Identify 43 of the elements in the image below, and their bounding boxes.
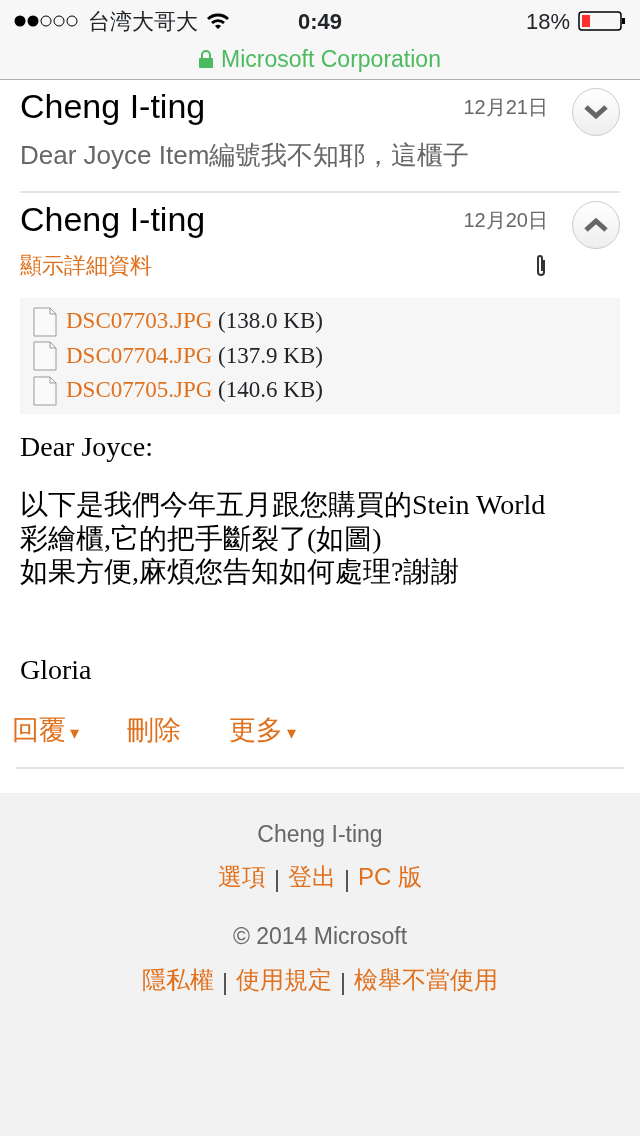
lock-icon bbox=[199, 50, 214, 69]
chevron-down-icon bbox=[583, 104, 609, 120]
paperclip-icon bbox=[534, 253, 548, 278]
attachment-link[interactable]: DSC07703.JPG bbox=[66, 308, 213, 334]
copyright-text: © 2014 Microsoft bbox=[231, 922, 409, 952]
attachment-link[interactable]: DSC07705.JPG bbox=[66, 377, 213, 403]
sender-name: Cheng I-ting bbox=[20, 88, 207, 126]
battery-percentage: 18% bbox=[525, 7, 570, 36]
footer-link[interactable]: PC 版 bbox=[358, 863, 422, 891]
collapse-button[interactable] bbox=[572, 201, 620, 249]
message-preview: Dear Joyce Item編號我不知耶，這櫃子 bbox=[20, 139, 471, 172]
footer-link[interactable]: 檢舉不當使用 bbox=[354, 965, 498, 993]
menu-button[interactable]: 更多▾ bbox=[229, 710, 296, 751]
file-icon bbox=[32, 375, 58, 406]
file-size: (138.0 KB) bbox=[218, 308, 323, 334]
body-text: Dear Joyce: bbox=[20, 429, 154, 464]
body-text: 以下是我們今年五月跟您購買的Stein World 彩繪櫃,它的把手斷裂了(如圖) bbox=[20, 487, 547, 556]
file-icon bbox=[32, 306, 58, 337]
details-link[interactable]: 顯示詳細資料 bbox=[20, 249, 152, 283]
user-name: Cheng I-ting bbox=[256, 819, 384, 849]
footer-link[interactable]: 選項 bbox=[218, 863, 266, 891]
menu-button[interactable]: 回覆▾ bbox=[12, 710, 79, 751]
site-name: Microsoft Corporation bbox=[221, 45, 441, 74]
carrier-name: 台湾大哥大 bbox=[88, 7, 198, 36]
file-size: (137.9 KB) bbox=[218, 342, 323, 368]
message-date: 12月20日 bbox=[463, 208, 548, 233]
clock-time: 0:49 bbox=[298, 7, 342, 36]
footer-link[interactable]: 隱私權 bbox=[142, 965, 214, 993]
footer-link[interactable]: 登出 bbox=[288, 863, 336, 891]
footer-link[interactable]: 使用規定 bbox=[236, 965, 332, 993]
attachment-link[interactable]: DSC07704.JPG bbox=[66, 342, 213, 368]
body-text: 如果方便,麻煩您告知如何處理?謝謝 bbox=[20, 555, 461, 589]
file-size: (140.6 KB) bbox=[218, 377, 323, 403]
wifi-icon bbox=[206, 12, 230, 30]
chevron-up-icon bbox=[583, 217, 609, 233]
message-date: 12月21日 bbox=[463, 95, 548, 120]
expand-button[interactable] bbox=[572, 88, 620, 136]
sender-name: Cheng I-ting bbox=[20, 201, 207, 239]
action-button[interactable]: 刪除 bbox=[127, 710, 181, 751]
signal-icon bbox=[14, 14, 80, 28]
battery-icon bbox=[578, 11, 626, 31]
signature-text: Gloria bbox=[20, 652, 93, 687]
file-icon bbox=[32, 341, 58, 372]
